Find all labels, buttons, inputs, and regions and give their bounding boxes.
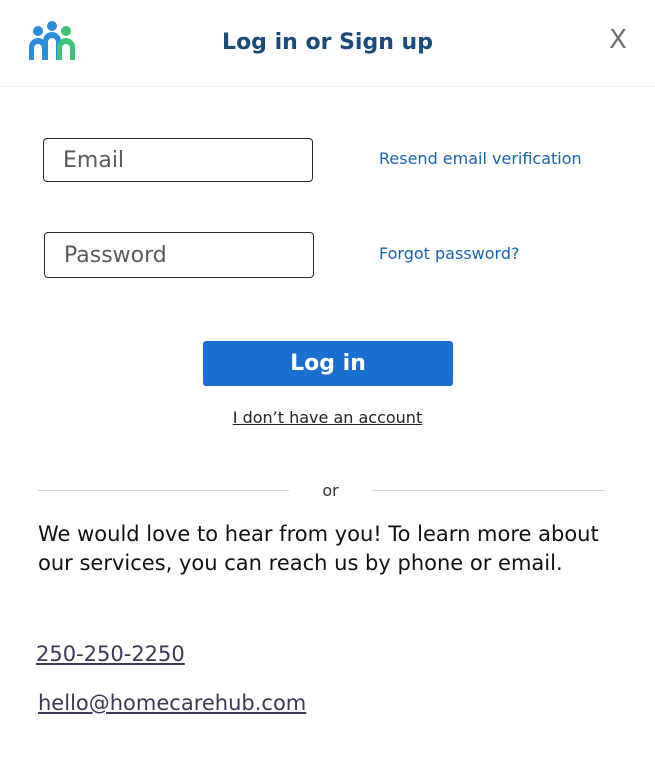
email-field[interactable] (43, 138, 313, 182)
resend-verification-link[interactable]: Resend email verification (379, 149, 582, 168)
phone-link[interactable]: 250-250-2250 (36, 642, 185, 666)
modal-header: Log in or Sign up X (0, 0, 655, 87)
modal-title: Log in or Sign up (222, 30, 433, 55)
divider-label: or (322, 481, 339, 500)
no-account-row: I don’t have an account (0, 408, 655, 427)
password-field[interactable] (44, 232, 314, 278)
email-link[interactable]: hello@homecarehub.com (38, 691, 306, 715)
forgot-password-link[interactable]: Forgot password? (379, 244, 519, 263)
contact-message: We would love to hear from you! To learn… (38, 522, 599, 575)
divider-left (38, 490, 289, 491)
login-button[interactable]: Log in (203, 341, 453, 386)
close-icon[interactable]: X (605, 24, 631, 56)
no-account-link[interactable]: I don’t have an account (233, 408, 422, 427)
divider-right (372, 490, 605, 491)
